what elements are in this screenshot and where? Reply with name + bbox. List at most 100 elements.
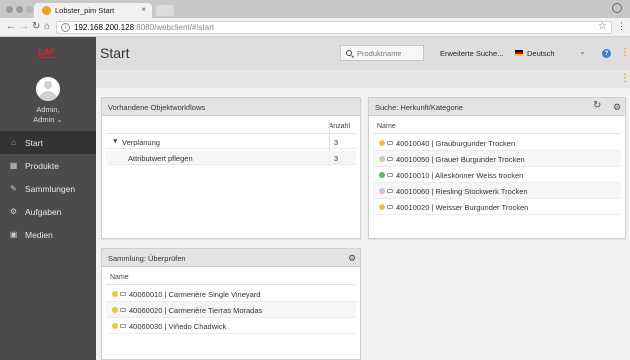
- favicon-icon: [42, 6, 51, 15]
- list-item[interactable]: 40060010 | Carmenère Single Vineyard: [106, 286, 356, 302]
- help-icon[interactable]: ?: [602, 49, 611, 58]
- avatar-body: [39, 91, 57, 101]
- language-select[interactable]: Deutsch: [527, 49, 555, 58]
- collection-panel: Sammlung: Überprüfen ⚙ Name 40060010 | C…: [101, 248, 361, 360]
- toolbar-menu-icon[interactable]: ⋮: [620, 73, 630, 84]
- logo-underline: [38, 57, 56, 58]
- list-item[interactable]: 40060020 | Carmenère Tierras Moradas: [106, 302, 356, 318]
- product-icon: [387, 141, 393, 145]
- home-icon[interactable]: ⌂: [44, 21, 50, 33]
- product-icon: [387, 205, 393, 209]
- maximize-window-icon[interactable]: [26, 6, 33, 13]
- tab-title: Lobster_pim Start: [55, 6, 115, 15]
- product-icon: [387, 157, 393, 161]
- panel-header: Sammlung: Überprüfen ⚙: [102, 249, 360, 267]
- column-header-name: Name: [377, 123, 396, 130]
- sidebar-item-label: Sammlungen: [25, 184, 76, 194]
- column-header: Name: [106, 271, 356, 285]
- list-item[interactable]: 40010060 | Riesling Stockwerk Trocken: [373, 183, 621, 199]
- list-item[interactable]: 40010050 | Grauer Burgunder Trocken: [373, 151, 621, 167]
- workflow-row[interactable]: Attributwert pflegen 3: [106, 151, 356, 165]
- sidebar-item-medien[interactable]: ▣ Medien: [0, 223, 96, 246]
- workflows-panel: Vorhandene Objektworkflows Anzahl ▼ Verp…: [101, 97, 361, 239]
- sidebar-item-sammlungen[interactable]: ✎ Sammlungen: [0, 177, 96, 200]
- avatar-head: [44, 81, 52, 89]
- panel-title: Vorhandene Objektworkflows: [108, 103, 206, 112]
- address-bar: ← → ↻ ⌂ i 192.168.200.128:8080/webclient…: [0, 18, 630, 37]
- reload-icon[interactable]: ↻: [32, 21, 40, 33]
- minimize-window-icon[interactable]: [16, 6, 23, 13]
- search-results-panel: Suche: Herkunft/Kategorie ↻ ⚙ Name 40010…: [368, 97, 626, 239]
- product-icon: [120, 308, 126, 312]
- status-dot-icon: [379, 140, 385, 146]
- info-icon[interactable]: i: [61, 23, 70, 32]
- search-icon[interactable]: [346, 50, 352, 56]
- german-flag-icon: [515, 50, 523, 56]
- page-header: Start Erweiterte Suche... Deutsch ⌄ ? ⋮: [96, 37, 630, 70]
- back-icon[interactable]: ←: [6, 21, 16, 33]
- url-input[interactable]: i 192.168.200.128:8080/webclient/#!start…: [56, 21, 612, 34]
- sidebar-item-aufgaben[interactable]: ⚙ Aufgaben: [0, 200, 96, 223]
- toolbar: ⋮: [96, 70, 630, 88]
- status-dot-icon: [112, 307, 118, 313]
- product-icon: [387, 173, 393, 177]
- page-title: Start: [100, 45, 130, 61]
- logo: LAF: [38, 47, 55, 57]
- column-header-name: Name: [110, 274, 129, 281]
- status-dot-icon: [112, 291, 118, 297]
- column-header-anzahl: Anzahl: [328, 123, 350, 130]
- column-header: Name: [373, 120, 621, 134]
- close-window-icon[interactable]: [6, 6, 13, 13]
- workflow-row[interactable]: ▼ Verplanung 3: [106, 135, 356, 149]
- user-role-dropdown[interactable]: Admin ⌄: [0, 115, 96, 124]
- refresh-icon[interactable]: ↻: [593, 101, 601, 111]
- forward-icon[interactable]: →: [19, 21, 29, 33]
- item-label: 40010050 | Grauer Burgunder Trocken: [396, 155, 525, 164]
- profile-icon[interactable]: [612, 3, 622, 13]
- status-dot-icon: [112, 323, 118, 329]
- item-label: 40010040 | Grauburgunder Trocken: [396, 139, 516, 148]
- sidebar: LAF Admin, Admin ⌄ ⌂ Start ▦ Produkte ✎ …: [0, 37, 96, 360]
- avatar[interactable]: [36, 77, 60, 101]
- sidebar-item-label: Medien: [25, 230, 53, 240]
- gear-icon[interactable]: ⚙: [613, 102, 621, 112]
- url-text: 192.168.200.128:8080/webclient/#!start: [74, 23, 214, 32]
- workflow-count: 3: [333, 154, 338, 163]
- search-box[interactable]: [340, 45, 424, 61]
- grid-icon: ▦: [9, 161, 18, 170]
- status-dot-icon: [379, 188, 385, 194]
- list-item[interactable]: 40010010 | Alleskönner Weiss trocken: [373, 167, 621, 183]
- sidebar-item-label: Start: [25, 138, 43, 148]
- panel-header: Suche: Herkunft/Kategorie ↻ ⚙: [369, 98, 625, 116]
- caret-down-icon[interactable]: ▼: [112, 138, 118, 145]
- url-host: 192.168.200.128: [74, 23, 135, 32]
- workflow-label: Verplanung: [122, 138, 160, 147]
- item-label: 40010060 | Riesling Stockwerk Trocken: [396, 187, 528, 196]
- item-label: 40060030 | Viñedo Chadwick: [129, 322, 227, 331]
- sidebar-item-produkte[interactable]: ▦ Produkte: [0, 154, 96, 177]
- panel-header: Vorhandene Objektworkflows: [102, 98, 360, 116]
- bookmark-star-icon[interactable]: ☆: [598, 21, 607, 32]
- header-menu-icon[interactable]: ⋮: [620, 47, 630, 58]
- tag-icon: ✎: [10, 184, 17, 193]
- browser-tab[interactable]: Lobster_pim Start ×: [34, 3, 152, 18]
- status-dot-icon: [379, 172, 385, 178]
- search-input[interactable]: [357, 48, 421, 59]
- flag-stripe-gold: [515, 54, 523, 56]
- workflow-count: 3: [333, 138, 338, 147]
- url-path: :8080/webclient/#!start: [134, 23, 215, 32]
- list-item[interactable]: 40010040 | Grauburgunder Trocken: [373, 135, 621, 151]
- list-item[interactable]: 40010020 | Weisser Burgunder Trocken: [373, 199, 621, 215]
- new-tab-button[interactable]: [156, 5, 174, 16]
- item-label: 40010010 | Alleskönner Weiss trocken: [396, 171, 524, 180]
- status-dot-icon: [379, 204, 385, 210]
- chevron-down-icon[interactable]: ⌄: [579, 47, 586, 56]
- sidebar-item-start[interactable]: ⌂ Start: [0, 131, 96, 154]
- browser-menu-icon[interactable]: ⋮: [617, 21, 626, 32]
- list-item[interactable]: 40060030 | Viñedo Chadwick: [106, 318, 356, 334]
- gear-icon[interactable]: ⚙: [348, 253, 356, 263]
- tab-close-icon[interactable]: ×: [141, 5, 146, 14]
- advanced-search-link[interactable]: Erweiterte Suche...: [440, 49, 503, 58]
- workflow-label: Attributwert pflegen: [128, 154, 193, 163]
- image-icon: ▣: [9, 230, 18, 239]
